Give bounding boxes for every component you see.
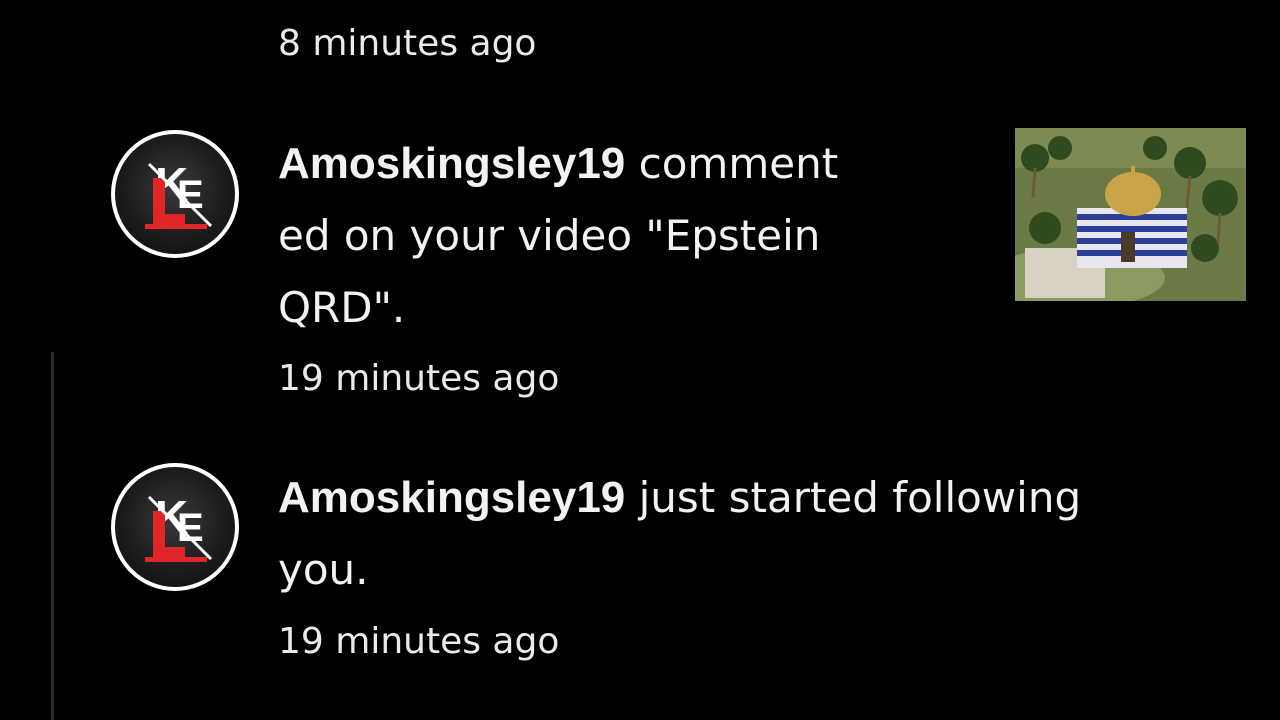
video-thumbnail[interactable]	[1015, 128, 1246, 301]
ke-logo-icon: K E	[115, 134, 235, 254]
notification-time: 19 minutes ago	[278, 358, 560, 399]
notification-line-2: you.	[278, 545, 369, 594]
notifications-screen: 8 minutes ago K E Amoskingsley19 comment…	[0, 0, 1280, 720]
notification-text: Amoskingsley19 comment ed on your video …	[278, 128, 838, 344]
previous-notification-time: 8 minutes ago	[278, 23, 537, 64]
notification-line-3: QRD".	[278, 283, 406, 332]
island-temple-thumbnail-icon	[1015, 128, 1246, 301]
ke-logo-icon: K E	[115, 467, 235, 587]
username-link[interactable]: Amoskingsley19	[278, 473, 625, 522]
notification-line-1: Amoskingsley19 comment	[278, 128, 838, 200]
notification-time: 19 minutes ago	[278, 621, 560, 662]
notification-action-text: just started following	[625, 473, 1082, 522]
username-link[interactable]: Amoskingsley19	[278, 139, 625, 188]
notification-line-2: ed on your video "Epstein	[278, 211, 821, 260]
thread-line	[51, 352, 54, 720]
avatar[interactable]: K E	[111, 463, 239, 591]
notification-text: Amoskingsley19 just started following yo…	[278, 462, 1081, 606]
notification-line-1: Amoskingsley19 just started following	[278, 462, 1081, 534]
notification-action-text: comment	[625, 139, 839, 188]
avatar[interactable]: K E	[111, 130, 239, 258]
